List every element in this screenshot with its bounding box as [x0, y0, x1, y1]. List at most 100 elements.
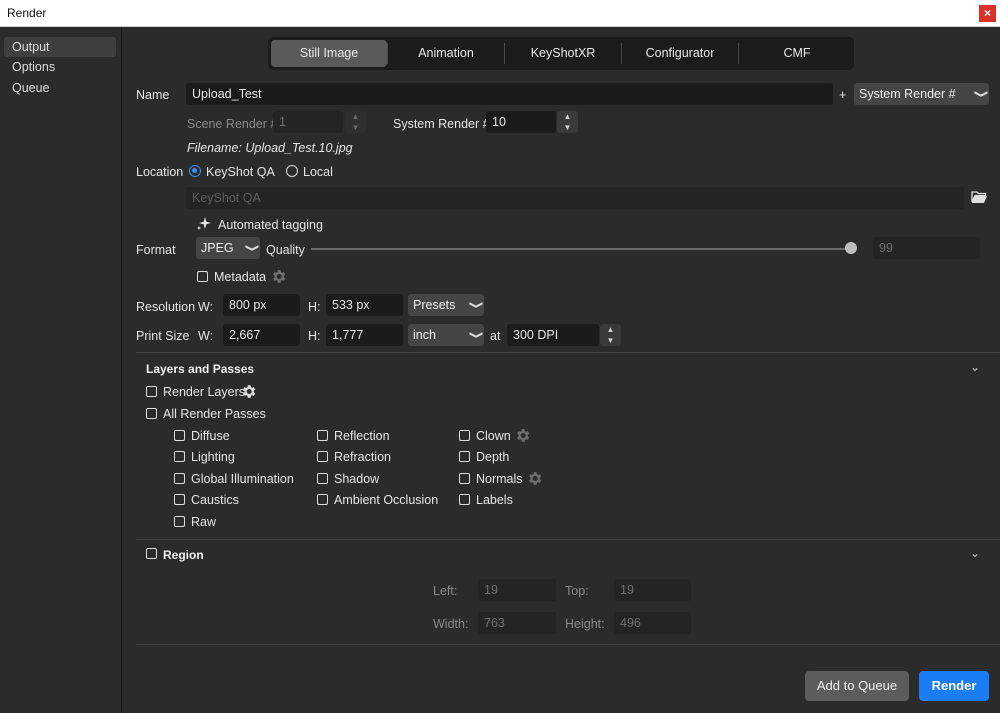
quality-slider[interactable] — [311, 248, 856, 250]
print-unit-value: inch — [413, 328, 436, 342]
print-size-label: Print Size — [136, 329, 190, 343]
render-layers-gear-icon[interactable] — [240, 383, 257, 400]
system-render-input[interactable]: 10 — [486, 111, 556, 133]
pass-checkbox-reflection[interactable] — [317, 430, 328, 441]
render-layers-checkbox[interactable] — [146, 386, 157, 397]
metadata-label: Metadata — [214, 270, 267, 284]
tab-configurator[interactable]: Configurator — [622, 40, 738, 67]
name-label: Name — [136, 88, 170, 102]
stepper-up-icon[interactable]: ▲ — [557, 111, 578, 122]
chevron-down-icon[interactable]: ⌄ — [970, 360, 980, 374]
pass-checkbox-normals[interactable] — [459, 473, 470, 484]
region-top-input[interactable]: 19 — [614, 579, 691, 601]
close-button[interactable]: × — [979, 5, 996, 22]
chevron-down-icon: ❯ — [973, 89, 988, 99]
normals-gear-icon[interactable] — [526, 470, 543, 487]
location-path-input[interactable]: KeyShot QA — [186, 187, 964, 209]
resolution-h-label: H: — [308, 300, 321, 314]
dpi-stepper[interactable]: ▲ ▼ — [600, 324, 621, 346]
scene-render-label: Scene Render # — [187, 117, 278, 131]
stepper-up-icon[interactable]: ▲ — [345, 111, 366, 122]
region-width-input[interactable]: 763 — [478, 612, 556, 634]
pass-label-reflection: Reflection — [334, 429, 390, 443]
folder-open-icon[interactable] — [971, 190, 988, 204]
sidebar-item-output[interactable]: Output — [4, 37, 116, 57]
pass-checkbox-shadow[interactable] — [317, 473, 328, 484]
print-w-label: W: — [198, 329, 214, 343]
metadata-gear-icon[interactable] — [270, 268, 287, 285]
pass-label-shadow: Shadow — [334, 472, 380, 486]
mode-tabs: Still Image Animation KeyShotXR Configur… — [268, 37, 854, 70]
sidebar-item-options[interactable]: Options — [4, 57, 116, 77]
pass-label-diffuse: Diffuse — [191, 429, 230, 443]
chevron-down-icon[interactable]: ⌄ — [970, 546, 980, 560]
resolution-width-input[interactable]: 800 px — [223, 294, 300, 316]
resolution-label: Resolution — [136, 300, 196, 314]
radio-local-label[interactable]: Local — [303, 165, 333, 179]
pass-checkbox-raw[interactable] — [174, 516, 185, 527]
system-render-stepper[interactable]: ▲ ▼ — [557, 111, 578, 133]
tab-keyshotxr[interactable]: KeyShotXR — [505, 40, 621, 67]
name-input[interactable]: Upload_Test — [186, 83, 833, 105]
pass-checkbox-diffuse[interactable] — [174, 430, 185, 441]
pass-checkbox-clown[interactable] — [459, 430, 470, 441]
all-render-passes-label: All Render Passes — [163, 407, 266, 421]
clown-gear-icon[interactable] — [514, 427, 531, 444]
resolution-w-label: W: — [198, 300, 214, 314]
print-height-input[interactable]: 1,777 — [326, 324, 403, 346]
scene-render-stepper[interactable]: ▲ ▼ — [345, 111, 366, 133]
tab-animation[interactable]: Animation — [388, 40, 504, 67]
quality-input[interactable]: 99 — [873, 237, 980, 259]
sidebar: Output Options Queue — [0, 27, 122, 713]
chevron-down-icon: ❯ — [468, 330, 483, 340]
pass-checkbox-labels[interactable] — [459, 494, 470, 505]
stepper-down-icon[interactable]: ▼ — [345, 122, 366, 133]
plus-sign: + — [839, 88, 847, 102]
add-to-queue-button[interactable]: Add to Queue — [805, 671, 909, 701]
pass-label-raw: Raw — [191, 515, 217, 529]
radio-keyshot-qa[interactable] — [189, 165, 201, 177]
pass-checkbox-lighting[interactable] — [174, 451, 185, 462]
tab-cmf[interactable]: CMF — [739, 40, 855, 67]
dpi-input[interactable]: 300 DPI — [507, 324, 599, 346]
pass-checkbox-global-illumination[interactable] — [174, 473, 185, 484]
stepper-down-icon[interactable]: ▼ — [600, 335, 621, 346]
stepper-up-icon[interactable]: ▲ — [600, 324, 621, 335]
all-render-passes-checkbox[interactable] — [146, 408, 157, 419]
pass-checkbox-ambient-occlusion[interactable] — [317, 494, 328, 505]
radio-keyshot-qa-label[interactable]: KeyShot QA — [206, 165, 275, 179]
pass-label-ambient-occlusion: Ambient Occlusion — [334, 493, 439, 507]
presets-dropdown[interactable]: Presets ❯ — [408, 294, 484, 316]
radio-local[interactable] — [286, 165, 298, 177]
pass-label-labels: Labels — [476, 493, 513, 507]
pass-checkbox-refraction[interactable] — [317, 451, 328, 462]
divider — [136, 539, 1000, 540]
format-dropdown[interactable]: JPEG ❯ — [196, 237, 260, 259]
automated-tagging-label[interactable]: Automated tagging — [218, 218, 323, 232]
name-suffix-dropdown[interactable]: System Render # ❯ — [854, 83, 989, 105]
pass-label-refraction: Refraction — [334, 450, 391, 464]
render-layers-label: Render Layers — [163, 385, 245, 399]
region-left-label: Left: — [433, 584, 458, 598]
pass-checkbox-caustics[interactable] — [174, 494, 185, 505]
sidebar-item-queue[interactable]: Queue — [4, 78, 116, 98]
render-button[interactable]: Render — [919, 671, 989, 701]
tab-still-image[interactable]: Still Image — [271, 40, 387, 67]
region-height-input[interactable]: 496 — [614, 612, 691, 634]
pass-checkbox-depth[interactable] — [459, 451, 470, 462]
region-width-label: Width: — [433, 617, 469, 631]
stepper-down-icon[interactable]: ▼ — [557, 122, 578, 133]
region-checkbox[interactable] — [146, 548, 157, 559]
location-label: Location — [136, 165, 184, 179]
scene-render-input[interactable]: 1 — [273, 111, 343, 133]
resolution-height-input[interactable]: 533 px — [326, 294, 403, 316]
print-unit-dropdown[interactable]: inch ❯ — [408, 324, 484, 346]
print-width-input[interactable]: 2,667 — [223, 324, 300, 346]
quality-slider-handle[interactable] — [844, 242, 857, 254]
metadata-checkbox[interactable] — [197, 271, 208, 282]
pass-label-depth: Depth — [476, 450, 510, 464]
divider — [136, 644, 1000, 645]
filename-preview: Filename: Upload_Test.10.jpg — [187, 141, 353, 155]
region-left-input[interactable]: 19 — [478, 579, 556, 601]
pass-label-global-illumination: Global Illumination — [191, 472, 294, 486]
